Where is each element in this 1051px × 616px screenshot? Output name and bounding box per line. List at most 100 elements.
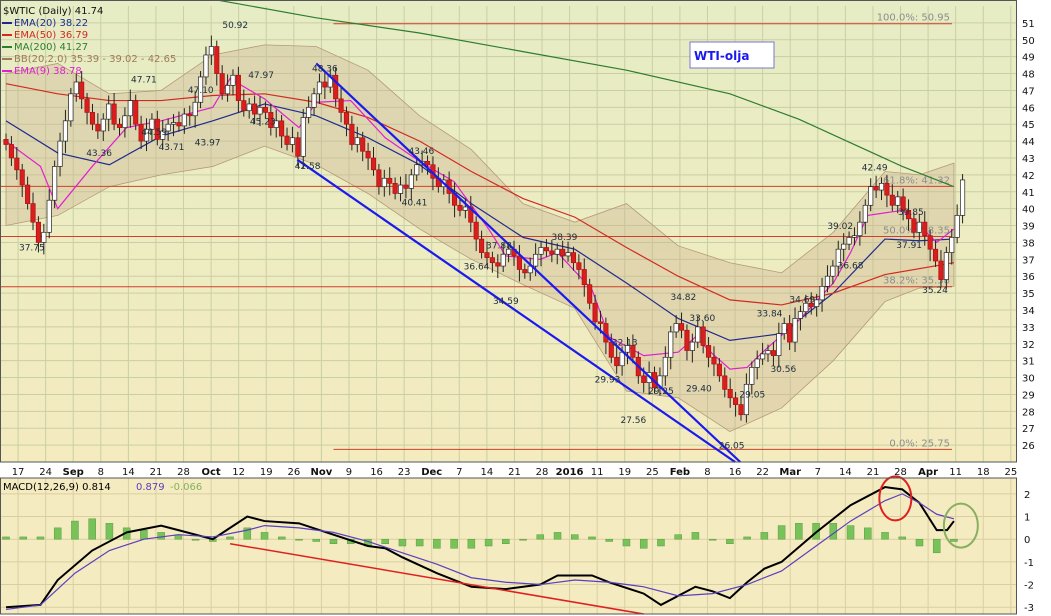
- annotation-box-text: WTI-olja: [694, 49, 749, 63]
- candle-body: [484, 252, 490, 258]
- candle-body: [457, 204, 463, 211]
- price-tick-label: 33: [1022, 323, 1035, 334]
- macd-histogram-bar: [278, 536, 286, 540]
- candle-body: [387, 177, 393, 184]
- price-label: 45.23: [250, 117, 276, 127]
- candle-body: [230, 74, 236, 86]
- candle-body: [3, 139, 9, 145]
- candle-body: [392, 182, 398, 194]
- candle-body: [587, 284, 593, 304]
- macd-histogram-bar: [450, 538, 458, 549]
- candle-body: [219, 73, 225, 95]
- candle-body: [868, 186, 874, 206]
- candle-body: [787, 323, 793, 343]
- price-tick-label: 51: [1022, 19, 1035, 30]
- macd-histogram-bar: [726, 538, 734, 544]
- candle-body: [208, 46, 214, 56]
- date-tick-label: 14: [122, 467, 135, 478]
- macd-legend-entry: -0.066: [170, 482, 202, 493]
- price-label: 40.41: [402, 199, 428, 209]
- macd-histogram-bar: [622, 538, 631, 547]
- candle-body: [614, 356, 620, 367]
- candle-body: [716, 363, 722, 377]
- candle-body: [381, 177, 387, 188]
- date-tick-label: 28: [536, 467, 549, 478]
- candle-body: [733, 397, 739, 405]
- candle-body: [133, 100, 139, 125]
- candle-body: [235, 74, 241, 101]
- candle-body: [489, 257, 495, 264]
- macd-histogram-bar: [260, 532, 269, 540]
- price-label: 37.88: [486, 241, 512, 251]
- legend-swatch: [2, 58, 12, 60]
- price-label: 48.36: [312, 64, 338, 74]
- candle-body: [884, 182, 890, 196]
- macd-tick-label: 0: [1024, 535, 1030, 546]
- candle-body: [257, 106, 263, 115]
- price-tick-label: 35: [1022, 289, 1035, 300]
- price-tick-label: 38: [1022, 238, 1035, 249]
- macd-histogram-bar: [415, 538, 424, 547]
- date-tick-label: 7: [815, 467, 821, 478]
- candle-body: [252, 103, 258, 115]
- candle-body: [316, 81, 323, 95]
- candle-body: [25, 184, 31, 204]
- candle-body: [711, 356, 717, 365]
- candle-body: [322, 81, 328, 88]
- candle-body: [19, 169, 25, 186]
- candle-body: [700, 326, 706, 346]
- price-label: 36.68: [838, 262, 864, 272]
- candle-body: [408, 174, 414, 189]
- date-tick-label: 24: [39, 467, 52, 478]
- date-tick-label: 28: [177, 467, 190, 478]
- price-label: 43.71: [159, 143, 185, 153]
- macd-histogram-bar: [691, 532, 700, 540]
- candle-body: [192, 101, 198, 117]
- macd-tick-label: -2: [1024, 581, 1034, 592]
- date-tick-label: 22: [756, 467, 769, 478]
- macd-histogram-bar: [795, 523, 803, 540]
- candle-body: [932, 248, 939, 262]
- date-tick-label: Apr: [918, 467, 938, 478]
- candle-body: [35, 221, 41, 243]
- price-label: 32.13: [612, 339, 638, 349]
- price-label: 43.36: [86, 149, 112, 159]
- candle-body: [857, 221, 863, 237]
- macd-histogram-bar: [864, 527, 872, 540]
- macd-histogram-bar: [502, 538, 510, 544]
- candle-body: [960, 179, 966, 216]
- date-tick-label: 9: [346, 467, 352, 478]
- macd-histogram-bar: [433, 538, 441, 549]
- candle-body: [214, 46, 220, 74]
- candle-body: [949, 237, 955, 253]
- candle-body: [100, 118, 106, 132]
- legend-entry: EMA(20) 38.22: [14, 18, 88, 29]
- macd-histogram-bar: [2, 536, 10, 540]
- date-tick-label: 8: [704, 467, 710, 478]
- legend-entry: BB(20,2.0) 35.39 - 39.02 - 42.65: [14, 54, 176, 65]
- candle-body: [62, 120, 68, 142]
- candle-body: [241, 100, 247, 112]
- candle-body: [111, 103, 117, 125]
- price-label: 42.49: [862, 164, 888, 174]
- candle-body: [776, 333, 782, 356]
- legend-swatch: [2, 70, 12, 72]
- price-tick-label: 48: [1022, 70, 1035, 81]
- date-tick-label: 17: [12, 467, 25, 478]
- date-tick-label: 12: [232, 467, 245, 478]
- candle-body: [289, 137, 295, 145]
- candle-body: [895, 196, 901, 206]
- macd-histogram-bar: [605, 538, 613, 542]
- price-label: 47.97: [248, 71, 274, 81]
- date-tick-label: Oct: [201, 467, 220, 478]
- candle-body: [262, 106, 268, 113]
- candle-body: [14, 157, 20, 171]
- candle-body: [203, 54, 209, 78]
- candle-body: [851, 235, 858, 238]
- price-label: 35.24: [922, 286, 948, 296]
- macd-histogram-bar: [381, 538, 389, 544]
- candle-body: [500, 253, 506, 267]
- macd-histogram-bar: [950, 538, 958, 542]
- macd-histogram-bar: [36, 536, 45, 540]
- date-tick-label: 25: [1004, 467, 1017, 478]
